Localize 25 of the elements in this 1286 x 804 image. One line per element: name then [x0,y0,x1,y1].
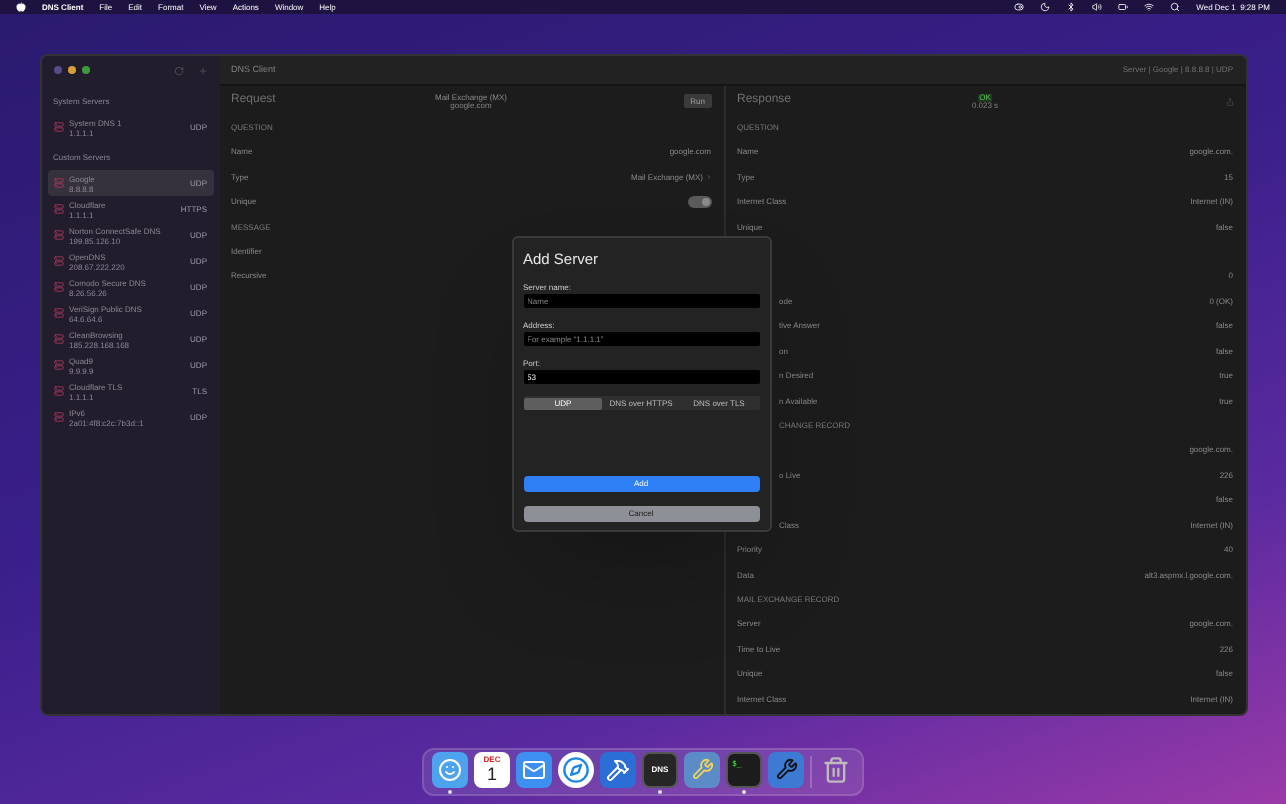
mail-icon[interactable] [516,751,552,787]
volume-icon[interactable] [1092,2,1103,12]
server-icon [53,256,63,266]
server-icon [53,360,63,370]
server-icon [53,282,63,292]
server-icon [53,178,63,188]
moon-icon[interactable] [1040,2,1051,12]
server-icon [53,386,63,396]
server-icon [53,230,63,240]
bluetooth-icon[interactable] [1066,2,1077,12]
server-icon [53,334,63,344]
search-icon[interactable] [1170,2,1181,12]
tools-icon[interactable] [684,751,720,787]
server-icon [53,204,63,214]
battery-icon[interactable] [1118,2,1129,12]
server-icon [53,122,63,132]
compass-icon[interactable] [558,751,594,787]
minimize-button[interactable] [67,66,75,74]
server-icon [53,308,63,318]
hammer-icon[interactable] [600,751,636,787]
apple-icon[interactable] [16,2,26,12]
wifi-icon[interactable] [1144,2,1155,12]
server-icon [53,412,63,422]
toggle-switch[interactable] [687,196,711,209]
zoom-button[interactable] [81,66,89,74]
